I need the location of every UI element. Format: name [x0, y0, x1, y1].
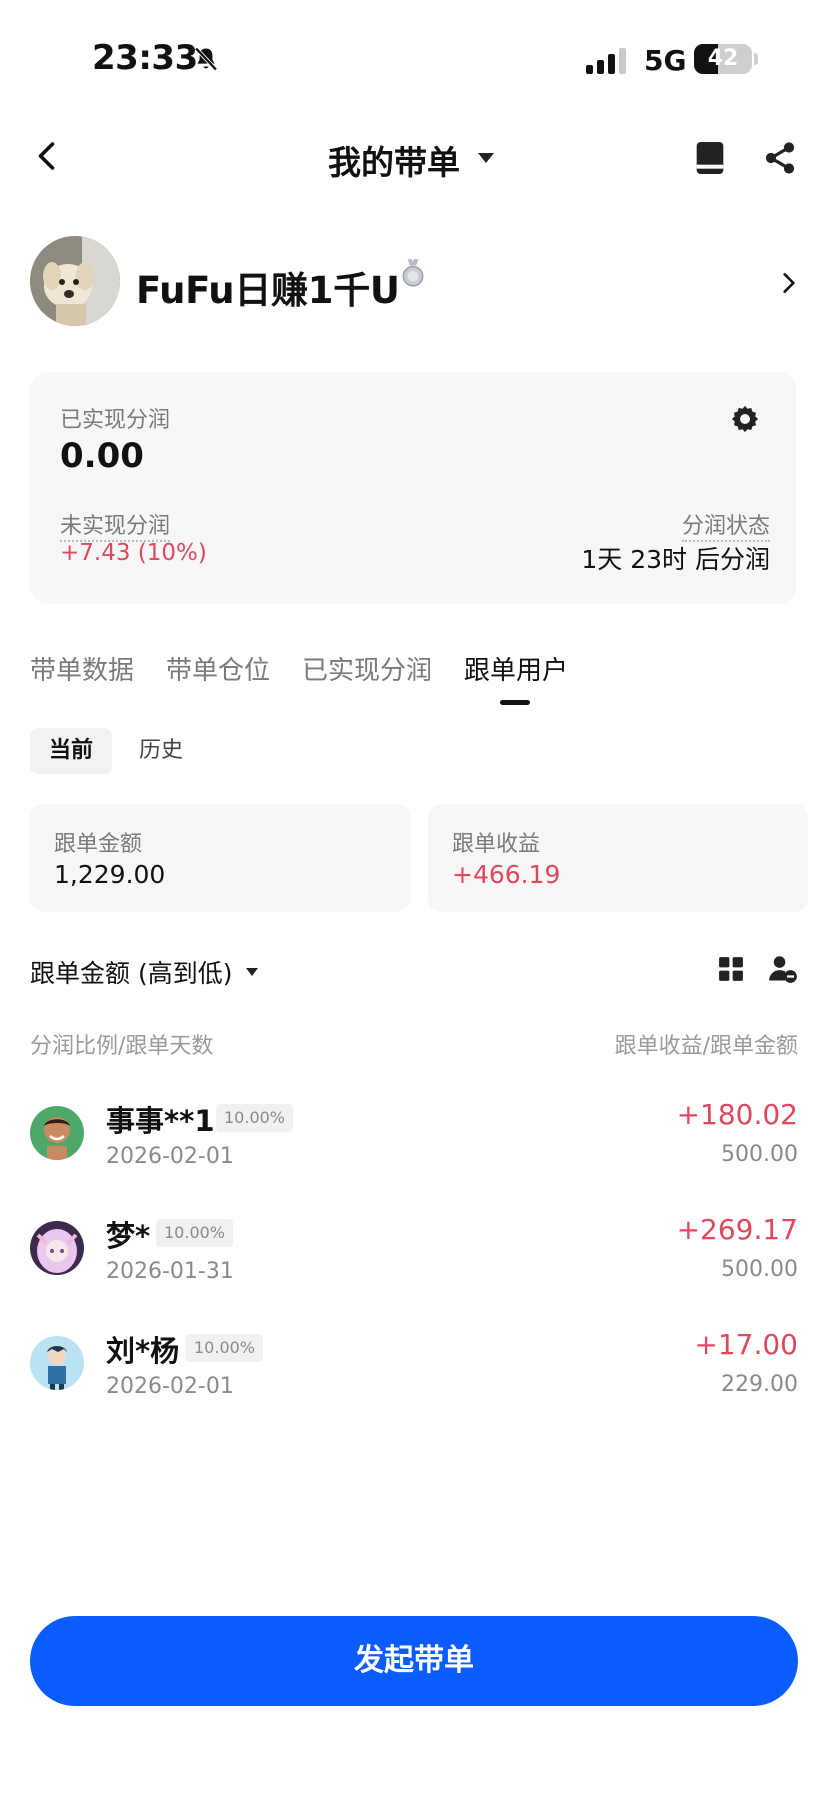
subtab-current[interactable]: 当前 — [30, 728, 112, 774]
column-header-ratio-days: 分润比例/跟单天数 — [30, 1034, 214, 1059]
follower-date: 2026-01-31 — [106, 1259, 234, 1284]
follower-row[interactable]: 事事**1 10.00% 2026-02-01 +180.02 500.00 — [0, 1098, 828, 1208]
chevron-right-icon[interactable] — [776, 268, 802, 298]
follow-profit-card: 跟单收益 +466.19 — [428, 804, 808, 912]
follow-amount-value: 1,229.00 — [54, 860, 166, 889]
follower-amount: 500.00 — [721, 1257, 798, 1282]
profit-state-value: 1天 23时 后分润 — [581, 545, 770, 574]
status-bar: 23:33 5G 42 — [0, 0, 828, 120]
profit-state-label[interactable]: 分润状态 — [681, 508, 770, 542]
realized-label: 已实现分润 — [60, 408, 171, 433]
share-icon[interactable] — [762, 140, 798, 176]
profile-avatar[interactable] — [30, 236, 120, 326]
start-lead-trading-button[interactable]: 发起带单 — [30, 1616, 798, 1706]
follow-profit-value: +466.19 — [452, 860, 561, 889]
profit-state-label-text: 分润状态 — [681, 514, 770, 542]
follow-profit-label: 跟单收益 — [452, 832, 541, 857]
battery-icon: 42 — [694, 44, 752, 74]
silver-medal-icon — [402, 259, 424, 287]
unrealized-value: +7.43 (10%) — [60, 540, 207, 566]
cellular-signal-icon — [586, 48, 626, 74]
tab-lead-data[interactable]: 带单数据 — [30, 650, 134, 687]
follower-avatar — [30, 1106, 84, 1160]
follow-amount-card: 跟单金额 1,229.00 — [30, 804, 410, 912]
follower-profit: +269.17 — [676, 1213, 798, 1246]
follower-profit: +17.00 — [694, 1328, 798, 1361]
back-arrow-icon[interactable] — [30, 138, 66, 174]
tab-lead-positions[interactable]: 带单仓位 — [166, 650, 270, 687]
gear-icon[interactable] — [730, 404, 760, 434]
book-icon[interactable] — [694, 140, 726, 176]
tab-followers[interactable]: 跟单用户 — [464, 650, 568, 687]
follower-name: 刘*杨 — [106, 1334, 180, 1368]
follower-date: 2026-02-01 — [106, 1144, 234, 1169]
profit-share-badge: 10.00% — [156, 1219, 234, 1247]
follower-amount: 229.00 — [721, 1372, 798, 1397]
status-time: 23:33 — [92, 38, 198, 78]
profile-name[interactable]: FuFu日赚1千U — [136, 260, 400, 314]
follower-profit: +180.02 — [676, 1098, 798, 1131]
follower-date: 2026-02-01 — [106, 1374, 234, 1399]
profit-share-badge: 10.00% — [216, 1104, 294, 1132]
realized-value: 0.00 — [60, 436, 144, 476]
sort-selector[interactable]: 跟单金额 (高到低) — [30, 954, 232, 990]
tab-realized-profit[interactable]: 已实现分润 — [302, 650, 432, 687]
profit-share-badge: 10.00% — [186, 1334, 264, 1362]
network-type: 5G — [644, 44, 687, 77]
follow-amount-label: 跟单金额 — [54, 832, 143, 857]
battery-tip — [754, 53, 758, 65]
dog-avatar-image — [30, 236, 120, 326]
profit-summary-card: 已实现分润 0.00 未实现分润 +7.43 (10%) 分润状态 1天 23时… — [30, 372, 796, 604]
unrealized-label-text: 未实现分润 — [60, 514, 171, 542]
follower-row[interactable]: 刘*杨 10.00% 2026-02-01 +17.00 229.00 — [0, 1328, 828, 1438]
follower-amount: 500.00 — [721, 1142, 798, 1167]
user-remove-icon[interactable] — [768, 954, 798, 984]
title-dropdown-icon[interactable] — [478, 153, 494, 163]
follower-name: 梦* — [106, 1219, 151, 1253]
follower-name: 事事**1 — [106, 1104, 215, 1138]
sort-dropdown-icon[interactable] — [246, 968, 258, 976]
active-tab-indicator — [500, 700, 530, 705]
unrealized-label[interactable]: 未实现分润 — [60, 508, 171, 542]
column-header-profit-amount: 跟单收益/跟单金额 — [614, 1034, 798, 1059]
bell-muted-icon — [194, 47, 218, 71]
page-title[interactable]: 我的带单 — [328, 136, 460, 184]
subtab-history[interactable]: 历史 — [139, 728, 183, 774]
battery-level: 42 — [707, 46, 739, 71]
grid-view-icon[interactable] — [718, 956, 744, 982]
follower-row[interactable]: 梦* 10.00% 2026-01-31 +269.17 500.00 — [0, 1213, 828, 1323]
follower-avatar — [30, 1221, 84, 1275]
follower-avatar — [30, 1336, 84, 1390]
